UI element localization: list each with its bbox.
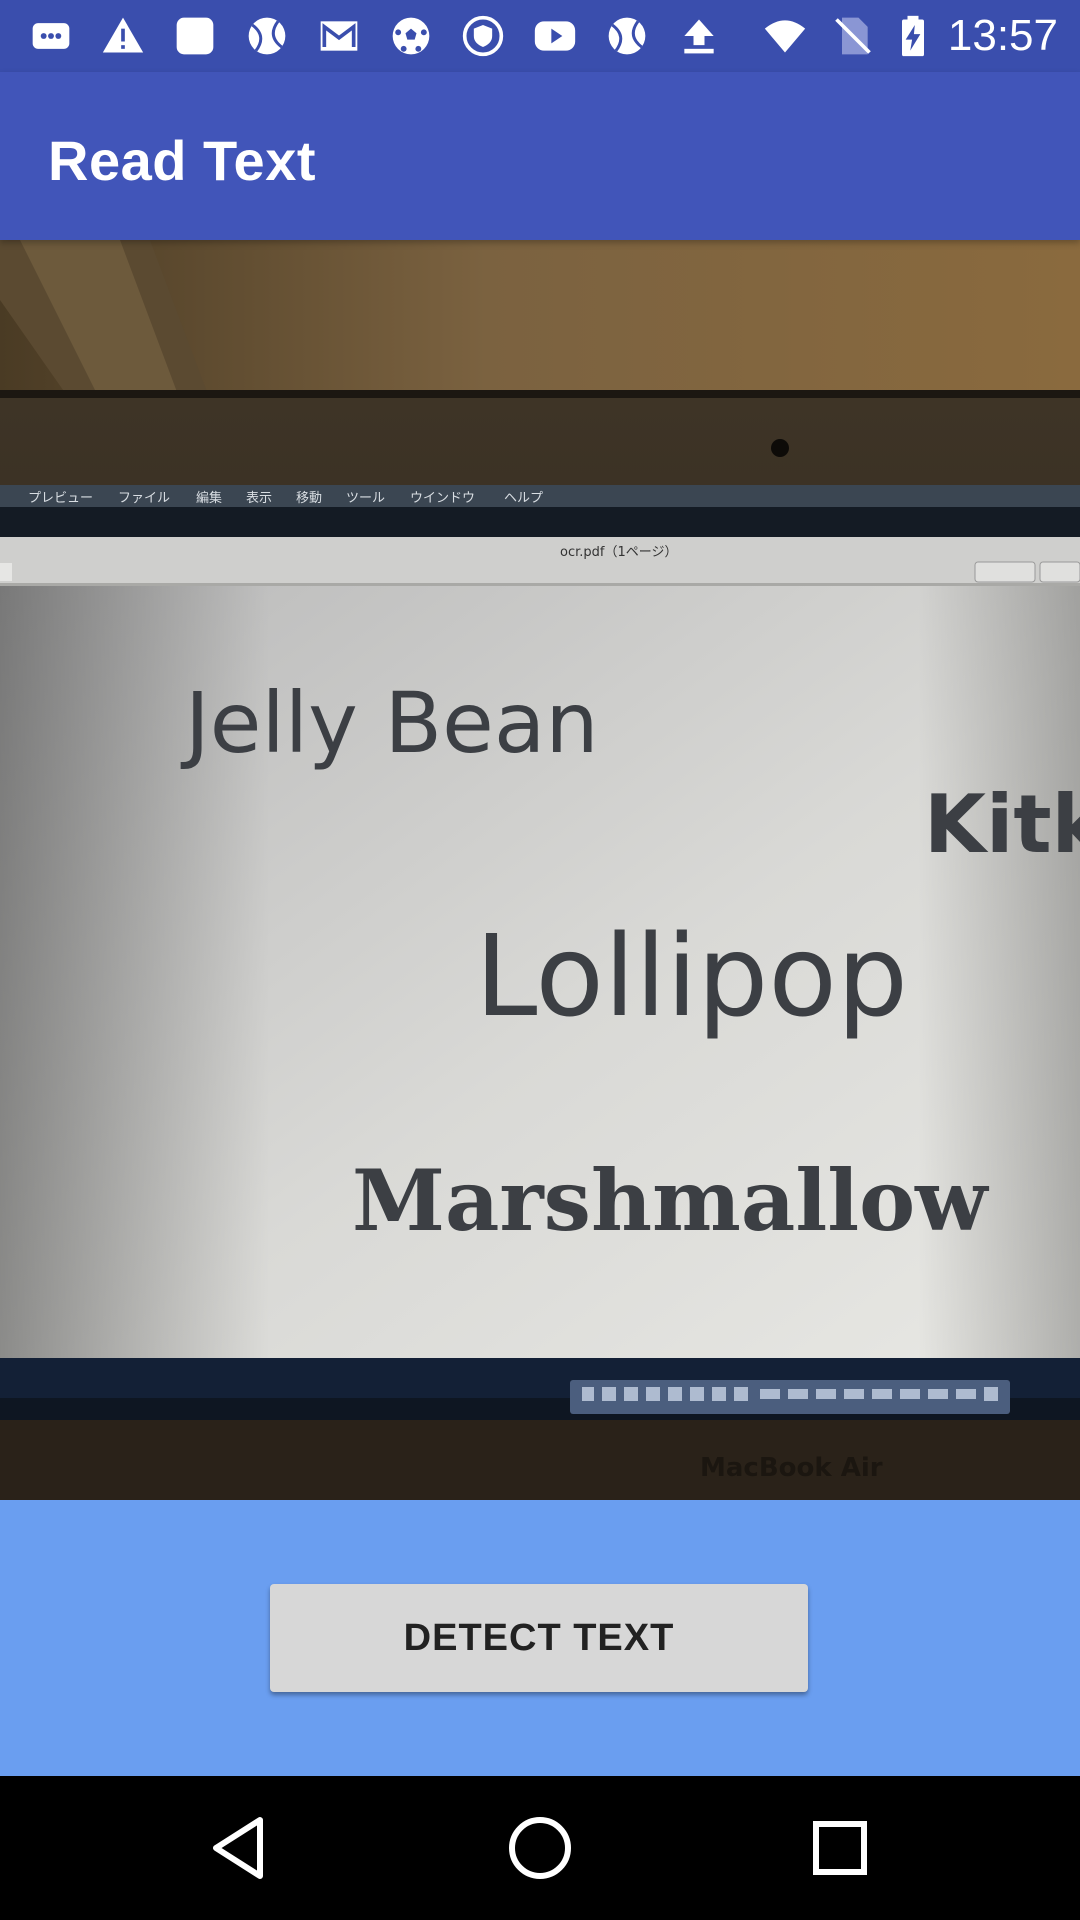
- menu-item: 移動: [296, 491, 322, 506]
- menu-item: プレビュー: [28, 491, 93, 506]
- back-icon[interactable]: [190, 1798, 290, 1898]
- menu-item: ファイル: [118, 491, 170, 506]
- message-icon: [28, 14, 74, 58]
- navigation-bar: [0, 1776, 1080, 1920]
- sports-ball-icon: [604, 14, 650, 58]
- word-kitkat: Kitk: [924, 778, 1080, 871]
- no-sim-icon: [830, 14, 876, 58]
- vpn-shield-icon: [460, 14, 506, 58]
- battery-charging-icon: [890, 14, 936, 58]
- soccer-ball-icon: [388, 14, 434, 58]
- clock: 13:57: [947, 11, 1058, 60]
- window-title: ocr.pdf（1ページ）: [560, 545, 677, 560]
- status-bar: 13:57: [0, 0, 1080, 72]
- home-icon[interactable]: [490, 1798, 590, 1898]
- menu-item: 表示: [246, 491, 272, 506]
- camera-photo: プレビュー ファイル 編集 表示 移動 ツール ウインドウ ヘルプ ocr.pd…: [0, 240, 1080, 1500]
- action-panel: DETECT TEXT: [0, 1500, 1080, 1776]
- upload-icon: [676, 14, 722, 58]
- youtube-icon: [532, 14, 578, 58]
- warning-icon: [100, 14, 146, 58]
- word-lollipop: Lollipop: [475, 912, 908, 1042]
- menu-item: ヘルプ: [504, 491, 543, 506]
- laptop-brand: MacBook Air: [700, 1453, 883, 1483]
- menu-item: ツール: [346, 491, 385, 506]
- notification-icon: [172, 14, 218, 58]
- menu-item: 編集: [196, 490, 222, 506]
- gmail-icon: [316, 14, 362, 58]
- wifi-icon: [762, 14, 808, 58]
- sports-ball-icon: [244, 14, 290, 58]
- word-jelly-bean: Jelly Bean: [180, 674, 599, 772]
- word-marshmallow: Marshmallow: [352, 1151, 989, 1250]
- menu-item: ウインドウ: [410, 491, 475, 506]
- app-bar: Read Text: [0, 72, 1080, 240]
- detect-text-button[interactable]: DETECT TEXT: [270, 1584, 808, 1692]
- page-title: Read Text: [48, 129, 316, 192]
- recents-icon[interactable]: [790, 1798, 890, 1898]
